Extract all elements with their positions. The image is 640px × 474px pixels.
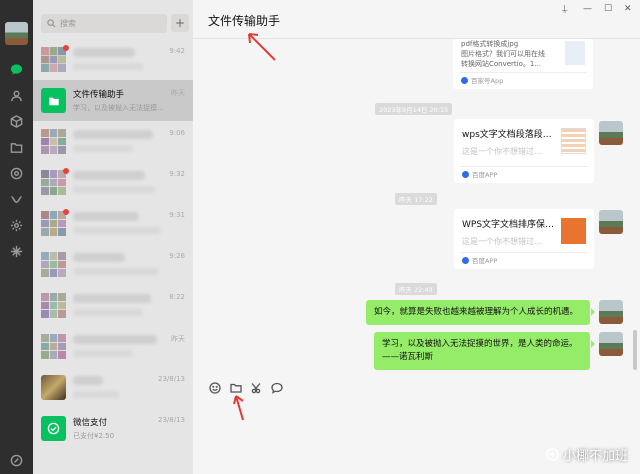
group-avatar (41, 47, 66, 72)
group-avatar (41, 211, 66, 236)
watermark-logo-icon (546, 448, 559, 461)
card-thumbnail (561, 128, 586, 154)
timestamp: 2023年9月14日 20:15 (375, 103, 453, 115)
chat-time: 9:42 (169, 47, 185, 55)
card-thumbnail (565, 41, 585, 65)
chat-time: 23/8/13 (158, 375, 185, 383)
sender-avatar[interactable] (599, 210, 623, 234)
chat-bubble-icon[interactable] (271, 382, 283, 394)
annotation-arrow (248, 33, 276, 61)
unread-dot (63, 45, 69, 51)
search-input[interactable]: 搜索 (41, 14, 167, 33)
chat-name: 微信支付 (73, 418, 108, 428)
minimize-button[interactable]: — (583, 4, 592, 14)
chat-title: 文件传输助手 (208, 14, 281, 28)
paw-icon (462, 256, 469, 264)
chat-preview: 学习，以及被抛入无法捉摸… (73, 104, 164, 112)
shared-article-card[interactable]: pdf格式转换成jpg 图片格式？我们可以用在线 转换网站Convertio。1… (453, 39, 593, 89)
annotation-arrow (233, 395, 244, 421)
card-source: 百度APP (472, 171, 498, 179)
group-avatar (41, 252, 66, 277)
chat-item[interactable]: 23/8/13 (33, 367, 193, 408)
card-subtitle: 这是一个你不想错过… (462, 237, 542, 246)
chat-item-wechat-pay[interactable]: 微信支付 已支付¥2.50 23/8/13 (33, 408, 193, 449)
unread-dot (63, 209, 69, 215)
contacts-icon[interactable] (9, 88, 24, 103)
group-avatar (41, 334, 66, 359)
emoji-icon[interactable] (209, 382, 221, 394)
card-source: 百家号App (471, 77, 504, 85)
text-message[interactable]: 学习，以及被抛入无法捉摸的世界，是人类的命运。 ——诺瓦利斯 (374, 332, 595, 370)
nav-rail (0, 0, 33, 474)
sender-avatar[interactable] (599, 121, 623, 145)
spark-icon[interactable] (9, 244, 24, 259)
scrollbar[interactable] (633, 330, 637, 370)
sender-avatar[interactable] (599, 332, 623, 356)
folder-icon (48, 97, 59, 105)
chat-time: 9:32 (169, 170, 185, 178)
timestamp: 昨天 17:22 (395, 193, 437, 205)
chat-item[interactable]: 9:31 (33, 203, 193, 244)
chat-time: 9:31 (169, 211, 185, 219)
pin-icon[interactable]: ⍊ (562, 4, 567, 14)
chat-item[interactable]: 8:22 (33, 285, 193, 326)
chat-time: 9:26 (169, 252, 185, 260)
watermark: 小椰不加班 (546, 445, 628, 464)
card-title: WPS文字文档排序保… (462, 220, 555, 230)
chat-item[interactable]: 9:26 (33, 244, 193, 285)
chat-name: 文件传输助手 (73, 90, 125, 100)
chat-panel: 文件传输助手 ⍊ — ☐ ✕ pdf格式转换成jpg 图片格式？我们可以用在线 … (193, 0, 640, 474)
user-avatar[interactable] (5, 22, 28, 45)
paw-icon (462, 170, 469, 178)
unread-dot (63, 168, 69, 174)
chat-time: 23/8/13 (158, 416, 185, 424)
box-icon[interactable] (9, 114, 24, 129)
group-avatar (41, 293, 66, 318)
source-icon (461, 76, 468, 84)
shared-article-card[interactable]: wps文字文档段落段… 这是一个你不想错过… 百度APP (454, 119, 594, 183)
card-title: wps文字文档段落段… (462, 130, 552, 140)
phone-icon[interactable] (9, 453, 24, 468)
chat-item-file-transfer[interactable]: 文件传输助手 学习，以及被抛入无法捉摸… 昨天 (33, 80, 193, 121)
moments-icon[interactable] (9, 166, 24, 181)
add-button[interactable]: + (171, 14, 189, 32)
close-button[interactable]: ✕ (624, 4, 632, 14)
card-text: pdf格式转换成jpg 图片格式？我们可以用在线 转换网站Convertio。1… (461, 40, 545, 68)
sender-avatar[interactable] (599, 300, 623, 324)
file-transfer-avatar (41, 88, 66, 113)
search-icon (47, 19, 56, 28)
card-subtitle: 这是一个你不想错过… (462, 147, 542, 156)
miniprogram-icon[interactable] (9, 192, 24, 207)
chat-time: 昨天 (171, 335, 185, 343)
chat-time: 8:22 (169, 293, 185, 301)
chat-preview: 已支付¥2.50 (73, 432, 115, 440)
card-thumbnail (561, 218, 586, 244)
text-message[interactable]: 如今，就算是失败也越来越被理解为个人成长的机遇。 (366, 300, 595, 325)
chat-item[interactable]: 昨天 (33, 326, 193, 367)
group-avatar (41, 170, 66, 195)
chat-item[interactable]: 9:32 (33, 162, 193, 203)
chat-icon[interactable] (9, 62, 24, 77)
pay-check-icon (47, 422, 60, 435)
maximize-button[interactable]: ☐ (604, 4, 612, 14)
contact-avatar (41, 375, 66, 400)
folder-icon[interactable] (9, 140, 24, 155)
chat-item[interactable]: 9:42 (33, 39, 193, 80)
search-placeholder: 搜索 (60, 19, 76, 28)
shared-article-card[interactable]: WPS文字文档排序保… 这是一个你不想错过… 百度APP (454, 209, 594, 269)
timestamp: 昨天 22:43 (395, 283, 437, 295)
card-source: 百度APP (472, 257, 498, 265)
chat-time: 9:06 (169, 129, 185, 137)
chat-item[interactable]: 9:06 (33, 121, 193, 162)
group-avatar (41, 129, 66, 154)
settings-icon[interactable] (9, 218, 24, 233)
scissors-icon[interactable] (251, 382, 263, 394)
chat-list: 搜索 + 9:42 文件传输助手 学习，以及被抛入无法捉摸… 昨天 9:06 9… (33, 0, 193, 474)
chat-time: 昨天 (171, 89, 185, 97)
wechat-pay-avatar (41, 416, 66, 441)
